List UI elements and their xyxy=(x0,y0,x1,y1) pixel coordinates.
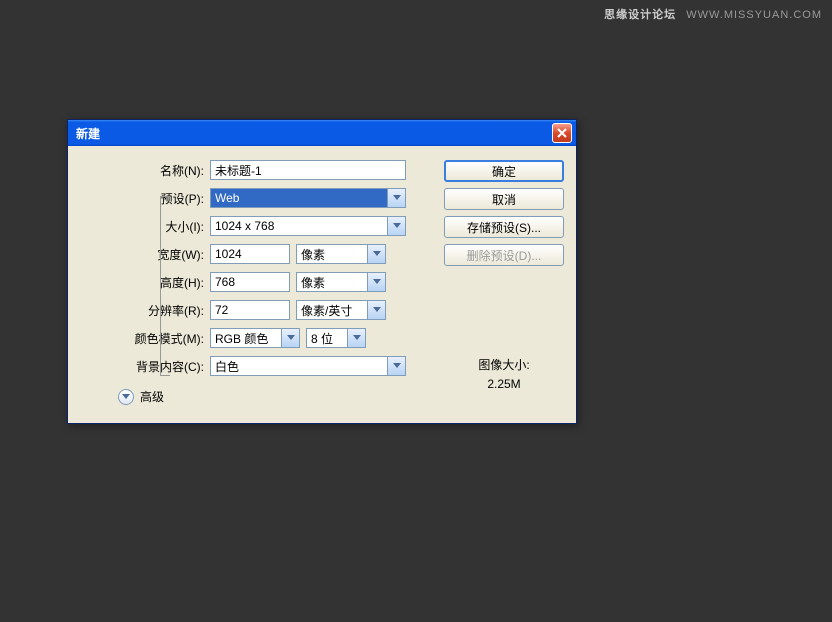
height-unit-select[interactable]: 像素 xyxy=(296,272,386,292)
image-size-info: 图像大小: 2.25M xyxy=(444,352,564,395)
preset-arrow[interactable] xyxy=(388,188,406,208)
chevron-down-icon xyxy=(373,251,381,257)
background-value: 白色 xyxy=(210,356,388,376)
button-column: 确定 取消 存储预设(S)... 删除预设(D)... 图像大小: 2.25M xyxy=(444,160,564,405)
width-label: 宽度(W): xyxy=(80,246,210,263)
width-unit-arrow[interactable] xyxy=(368,244,386,264)
titlebar[interactable]: 新建 xyxy=(68,120,576,146)
form-column: 名称(N): 预设(P): Web 大小(I): 1024 x 768 xyxy=(80,160,432,405)
color-mode-select[interactable]: RGB 颜色 xyxy=(210,328,300,348)
name-input[interactable] xyxy=(210,160,406,180)
chevron-down-icon xyxy=(393,223,401,229)
size-arrow[interactable] xyxy=(388,216,406,236)
cancel-button[interactable]: 取消 xyxy=(444,188,564,210)
resolution-unit-arrow[interactable] xyxy=(368,300,386,320)
watermark-url: WWW.MISSYUAN.COM xyxy=(686,9,822,21)
advanced-toggle[interactable] xyxy=(118,389,134,405)
size-label: 大小(I): xyxy=(80,218,210,235)
background-label: 背景内容(C): xyxy=(80,358,210,375)
width-unit-value: 像素 xyxy=(296,244,368,264)
preset-select[interactable]: Web xyxy=(210,188,406,208)
chevron-down-icon xyxy=(353,335,361,341)
resolution-row: 分辨率(R): 像素/英寸 xyxy=(80,300,432,320)
chevron-down-icon xyxy=(393,195,401,201)
height-unit-arrow[interactable] xyxy=(368,272,386,292)
chevron-down-icon xyxy=(373,307,381,313)
preset-label: 预设(P): xyxy=(80,190,210,207)
height-input[interactable] xyxy=(210,272,290,292)
watermark: 思缘设计论坛 WWW.MISSYUAN.COM xyxy=(604,6,822,22)
size-value: 1024 x 768 xyxy=(210,216,388,236)
preset-row: 预设(P): Web xyxy=(80,188,432,208)
chevron-down-icon xyxy=(373,279,381,285)
resolution-unit-select[interactable]: 像素/英寸 xyxy=(296,300,386,320)
new-document-dialog: 新建 名称(N): 预设(P): Web 大小(I): xyxy=(67,119,577,424)
size-select[interactable]: 1024 x 768 xyxy=(210,216,406,236)
background-row: 背景内容(C): 白色 xyxy=(80,356,432,376)
height-unit-value: 像素 xyxy=(296,272,368,292)
background-select[interactable]: 白色 xyxy=(210,356,406,376)
chevron-down-icon xyxy=(393,363,401,369)
watermark-main: 思缘设计论坛 xyxy=(604,9,676,21)
ok-button[interactable]: 确定 xyxy=(444,160,564,182)
chevron-down-icon xyxy=(287,335,295,341)
resolution-unit-value: 像素/英寸 xyxy=(296,300,368,320)
color-mode-value: RGB 颜色 xyxy=(210,328,282,348)
resolution-input[interactable] xyxy=(210,300,290,320)
height-label: 高度(H): xyxy=(80,274,210,291)
color-mode-arrow[interactable] xyxy=(282,328,300,348)
dialog-title: 新建 xyxy=(76,125,552,142)
height-row: 高度(H): 像素 xyxy=(80,272,432,292)
color-mode-label: 颜色模式(M): xyxy=(80,330,210,347)
advanced-label: 高级 xyxy=(140,388,164,405)
close-button[interactable] xyxy=(552,123,572,143)
width-row: 宽度(W): 像素 xyxy=(80,244,432,264)
image-size-value: 2.25M xyxy=(444,377,564,391)
width-input[interactable] xyxy=(210,244,290,264)
delete-preset-button: 删除预设(D)... xyxy=(444,244,564,266)
width-unit-select[interactable]: 像素 xyxy=(296,244,386,264)
name-label: 名称(N): xyxy=(80,162,210,179)
color-mode-row: 颜色模式(M): RGB 颜色 8 位 xyxy=(80,328,432,348)
size-row: 大小(I): 1024 x 768 xyxy=(80,216,432,236)
background-arrow[interactable] xyxy=(388,356,406,376)
bits-value: 8 位 xyxy=(306,328,348,348)
name-row: 名称(N): xyxy=(80,160,432,180)
save-preset-button[interactable]: 存储预设(S)... xyxy=(444,216,564,238)
resolution-label: 分辨率(R): xyxy=(80,302,210,319)
chevron-down-icon xyxy=(122,394,130,400)
close-icon xyxy=(557,128,567,138)
dialog-body: 名称(N): 预设(P): Web 大小(I): 1024 x 768 xyxy=(68,146,576,423)
preset-value: Web xyxy=(210,188,388,208)
image-size-label: 图像大小: xyxy=(444,356,564,373)
bits-arrow[interactable] xyxy=(348,328,366,348)
advanced-row: 高级 xyxy=(118,388,432,405)
bits-select[interactable]: 8 位 xyxy=(306,328,366,348)
